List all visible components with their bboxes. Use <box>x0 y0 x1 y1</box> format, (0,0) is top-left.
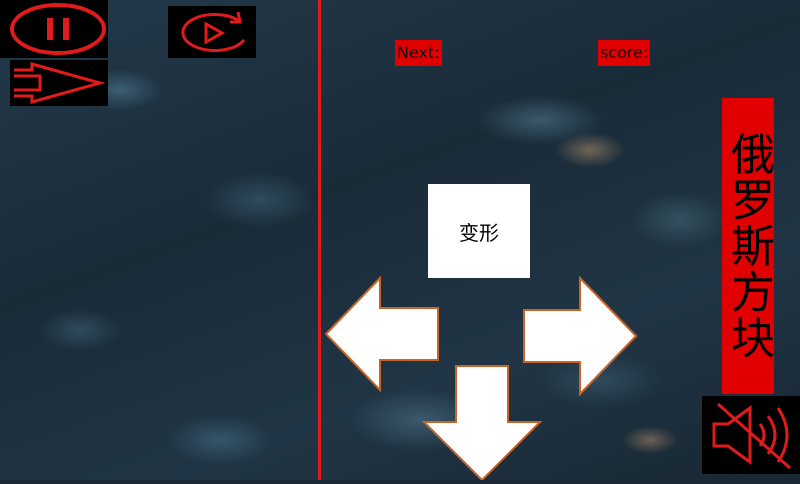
pause-icon <box>10 3 106 55</box>
game-title: 俄罗斯方块 <box>723 131 774 361</box>
rotate-button[interactable]: 变形 <box>428 184 530 278</box>
next-label: Next: <box>395 40 442 66</box>
exit-icon <box>14 62 106 104</box>
game-title-banner: 俄罗斯方块 <box>722 98 774 394</box>
replay-button[interactable] <box>168 6 256 58</box>
down-arrow-icon <box>421 365 543 482</box>
drop-down-button[interactable] <box>420 364 544 482</box>
mute-button[interactable] <box>702 396 800 474</box>
replay-icon <box>181 11 246 52</box>
game-background <box>0 0 800 480</box>
playfield-divider <box>318 0 321 480</box>
mute-icon <box>712 402 791 470</box>
exit-button[interactable] <box>10 60 108 106</box>
pause-button[interactable] <box>0 0 108 58</box>
score-label: score: <box>598 40 651 66</box>
